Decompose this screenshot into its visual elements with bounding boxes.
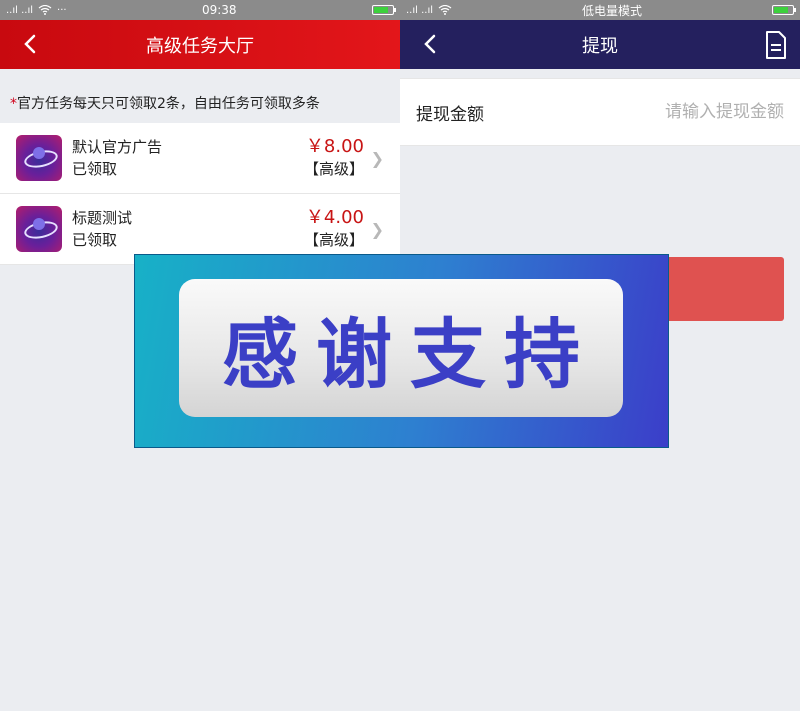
back-button[interactable] bbox=[416, 30, 444, 58]
back-icon bbox=[424, 34, 436, 54]
status-bar: ..ıl ..ıl 低电量模式 bbox=[400, 0, 800, 20]
more-dots-icon: ··· bbox=[57, 4, 67, 16]
battery-icon bbox=[772, 5, 796, 15]
task-hall-navbar: 高级任务大厅 bbox=[0, 20, 400, 69]
signal-icon: ..ıl ..ıl bbox=[406, 4, 434, 16]
task-price: ￥8.00 bbox=[305, 136, 364, 157]
task-title: 默认官方广告 bbox=[72, 138, 163, 156]
task-app-icon bbox=[16, 206, 62, 252]
chevron-right-icon: ❯ bbox=[370, 220, 384, 239]
withdraw-amount-row: 提现金额 bbox=[400, 78, 800, 146]
task-status: 已领取 bbox=[72, 231, 118, 249]
signal-indicators: ..ıl ..ıl bbox=[406, 5, 452, 16]
task-notice: *官方任务每天只可领取2条，自由任务可领取多条 bbox=[0, 69, 400, 123]
status-mode: 低电量模式 bbox=[582, 3, 643, 18]
thanks-banner-plate: 感谢支持 bbox=[179, 279, 623, 417]
status-time: 09:38 bbox=[201, 3, 237, 17]
signal-icon: ..ıl ..ıl bbox=[6, 4, 34, 16]
page-title: 高级任务大厅 bbox=[146, 35, 254, 57]
back-button[interactable] bbox=[16, 30, 44, 58]
task-status: 已领取 bbox=[72, 160, 118, 178]
page-title: 提现 bbox=[582, 35, 618, 57]
task-list: 默认官方广告 已领取 ￥8.00 【高级】 ❯ 标题测试 已领取 ￥4.00 【… bbox=[0, 123, 400, 265]
thanks-banner: 感谢支持 bbox=[135, 255, 668, 447]
task-price: ￥4.00 bbox=[305, 207, 364, 228]
task-title: 标题测试 bbox=[72, 209, 133, 227]
notice-text: 官方任务每天只可领取2条，自由任务可领取多条 bbox=[17, 96, 320, 112]
battery-indicator bbox=[772, 5, 796, 15]
wifi-icon bbox=[438, 5, 452, 15]
wifi-icon bbox=[38, 5, 52, 15]
back-icon bbox=[24, 34, 36, 54]
amount-input[interactable] bbox=[536, 102, 784, 122]
task-app-icon bbox=[16, 135, 62, 181]
thanks-banner-text: 感谢支持 bbox=[222, 310, 598, 399]
signal-indicators: ..ıl ..ıl ··· bbox=[6, 5, 67, 16]
battery-indicator bbox=[372, 5, 396, 15]
task-item[interactable]: 默认官方广告 已领取 ￥8.00 【高级】 ❯ bbox=[0, 123, 400, 194]
task-level: 【高级】 bbox=[303, 160, 364, 178]
notice-asterisk: * bbox=[10, 96, 17, 112]
document-icon[interactable] bbox=[764, 30, 788, 60]
battery-icon bbox=[372, 5, 396, 15]
task-level: 【高级】 bbox=[303, 231, 364, 249]
chevron-right-icon: ❯ bbox=[370, 149, 384, 168]
amount-label: 提现金额 bbox=[416, 104, 484, 125]
status-bar: ..ıl ..ıl ··· 09:38 bbox=[0, 0, 400, 20]
withdraw-navbar: 提现 bbox=[400, 20, 800, 69]
